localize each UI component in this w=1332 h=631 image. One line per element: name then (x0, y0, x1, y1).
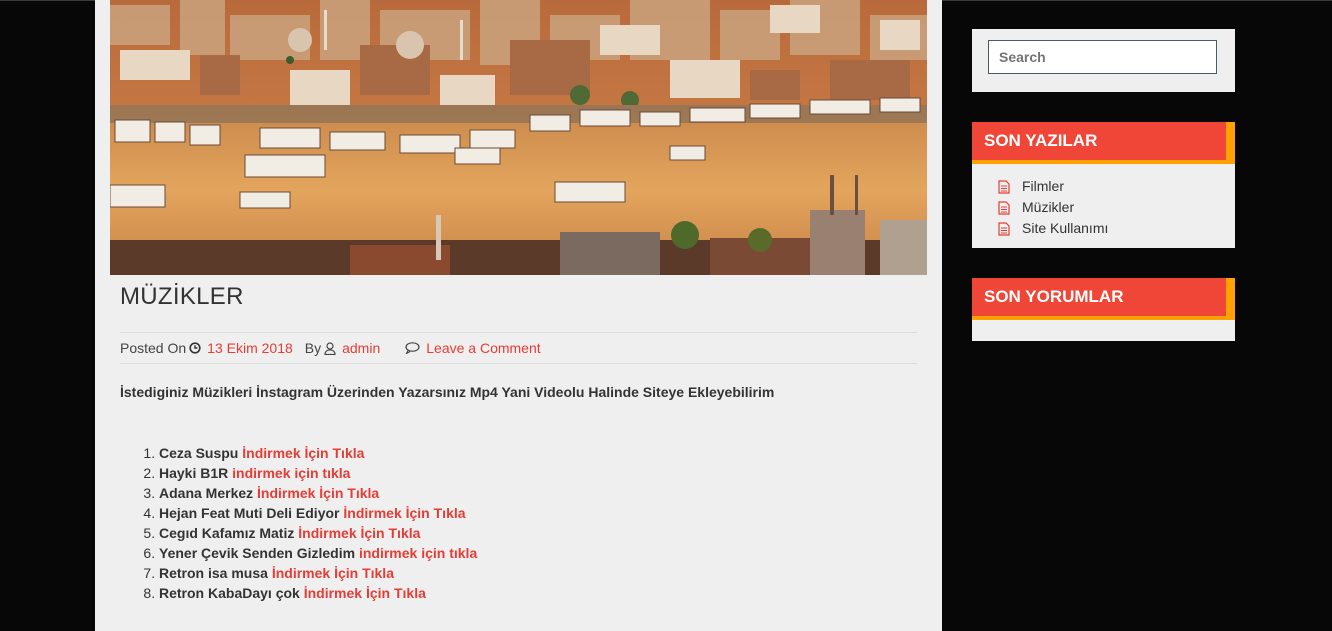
document-icon (998, 200, 1010, 215)
download-link[interactable]: İndirmek İçin Tıkla (298, 525, 420, 541)
post-date-link[interactable]: 13 Ekim 2018 (207, 340, 293, 356)
list-item: Hejan Feat Muti Deli Ediyor İndirmek İçi… (159, 503, 477, 523)
song-name: Hejan Feat Muti Deli Ediyor (159, 505, 340, 521)
song-name: Yener Çevik Senden Gizledim (159, 545, 356, 561)
download-link[interactable]: İndirmek İçin Tıkla (257, 485, 379, 501)
widget-header: SON YAZILAR (972, 122, 1235, 164)
download-link[interactable]: İndirmek İçin Tıkla (242, 445, 364, 461)
widget-title: SON YAZILAR (984, 131, 1098, 150)
post-content: MÜZİKLER Posted On 13 Ekim 2018 By admin… (95, 0, 942, 631)
download-link[interactable]: İndirmek İçin Tıkla (304, 585, 426, 601)
post-title: MÜZİKLER (120, 283, 244, 310)
recent-post-item[interactable]: Müzikler (998, 197, 1108, 218)
search-widget (972, 29, 1235, 92)
post-intro: İstediginiz Müzikleri İnstagram Üzerinde… (120, 384, 775, 400)
list-item: Adana Merkez İndirmek İçin Tıkla (159, 483, 477, 503)
recent-post-item[interactable]: Filmler (998, 176, 1108, 197)
recent-posts-list: Filmler Müzikler Site Kullanımı (998, 176, 1108, 239)
header-accent (1226, 122, 1235, 160)
by-label: By (304, 340, 322, 356)
recent-comments-widget: SON YORUMLAR (972, 278, 1235, 341)
song-name: Ceza Suspu (159, 445, 239, 461)
download-link[interactable]: İndirmek İçin Tıkla (343, 505, 465, 521)
search-input[interactable] (988, 40, 1217, 74)
document-icon (998, 221, 1010, 236)
list-item: Retron KabaDayı çok İndirmek İçin Tıkla (159, 583, 477, 603)
recent-post-link[interactable]: Müzikler (1022, 197, 1074, 218)
clock-icon (189, 342, 201, 354)
user-icon (324, 341, 336, 355)
song-name: Cegıd Kafamız Matiz (159, 525, 295, 541)
widget-header: SON YORUMLAR (972, 278, 1235, 320)
song-name: Retron KabaDayı çok (159, 585, 300, 601)
widget-title: SON YORUMLAR (984, 287, 1124, 306)
header-accent (1226, 278, 1235, 316)
leave-comment-link[interactable]: Leave a Comment (426, 340, 540, 356)
song-list: Ceza Suspu İndirmek İçin Tıkla Hayki B1R… (120, 443, 477, 603)
document-icon (998, 179, 1010, 194)
post-meta: Posted On 13 Ekim 2018 By admin Leave a … (120, 332, 917, 364)
recent-post-link[interactable]: Filmler (1022, 176, 1064, 197)
recent-post-item[interactable]: Site Kullanımı (998, 218, 1108, 239)
featured-image (110, 0, 927, 275)
song-name: Retron isa musa (159, 565, 268, 581)
list-item: Hayki B1R indirmek için tıkla (159, 463, 477, 483)
list-item: Retron isa musa İndirmek İçin Tıkla (159, 563, 477, 583)
author-link[interactable]: admin (342, 340, 380, 356)
recent-post-link[interactable]: Site Kullanımı (1022, 218, 1108, 239)
comment-icon (405, 342, 420, 354)
song-name: Adana Merkez (159, 485, 254, 501)
download-link[interactable]: indirmek için tıkla (232, 465, 350, 481)
download-link[interactable]: indirmek için tıkla (359, 545, 477, 561)
list-item: Cegıd Kafamız Matiz İndirmek İçin Tıkla (159, 523, 477, 543)
list-item: Yener Çevik Senden Gizledim indirmek içi… (159, 543, 477, 563)
posted-on-label: Posted On (120, 340, 187, 356)
song-name: Hayki B1R (159, 465, 229, 481)
list-item: Ceza Suspu İndirmek İçin Tıkla (159, 443, 477, 463)
download-link[interactable]: İndirmek İçin Tıkla (272, 565, 394, 581)
recent-posts-widget: SON YAZILAR Filmler Müzikler Site Kullan… (972, 122, 1235, 248)
